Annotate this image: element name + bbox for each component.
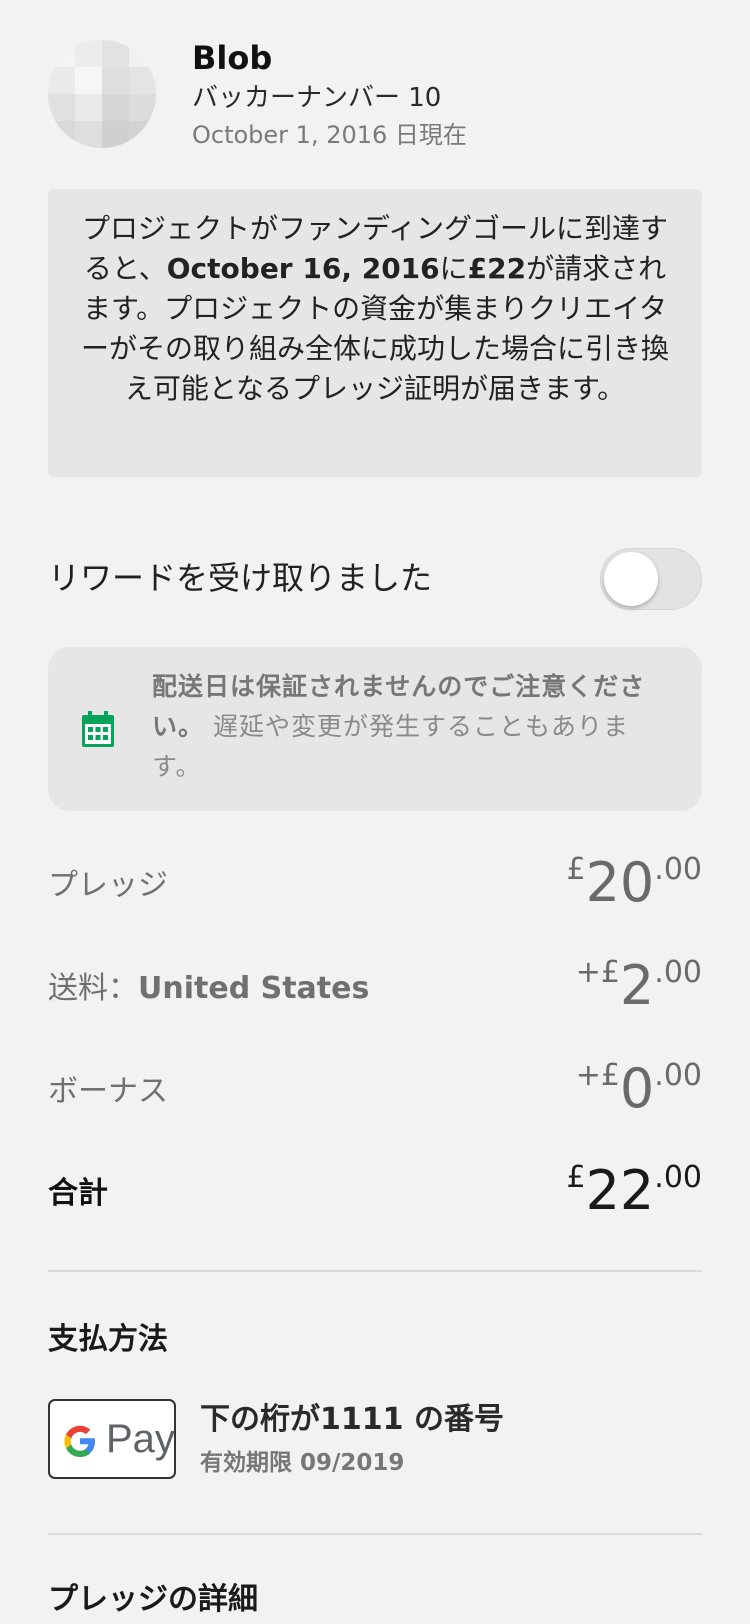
bonus-label: ボーナス [48, 1074, 168, 1109]
reward-received-toggle[interactable] [600, 548, 702, 610]
total-currency: £ [566, 1160, 586, 1195]
shipping-amount: +£2.00 [576, 955, 702, 1013]
divider [48, 1270, 702, 1272]
pledge-amount-row: プレッジ £20.00 [48, 850, 702, 910]
gpay-pay-text: Pay [106, 1417, 175, 1461]
pledge-summary-page: Blob バッカーナンバー 10 October 1, 2016 日現在 プロジ… [0, 0, 750, 1624]
backer-name: Blob [192, 39, 273, 77]
card-last-digits: 下の桁が1111 の番号 [200, 1402, 504, 1437]
shipping-currency: +£ [575, 955, 620, 990]
delivery-detail: 遅延や変更が発生することもあります。 [152, 712, 629, 781]
google-g-icon [64, 1425, 95, 1457]
shipping-label: 送料：United States [48, 971, 369, 1007]
total-label: 合計 [48, 1176, 108, 1211]
toggle-knob [604, 552, 658, 606]
divider [48, 1533, 702, 1535]
shipping-amount-row: 送料：United States +£2.00 [48, 953, 702, 1013]
bonus-amount: +£0.00 [576, 1058, 702, 1116]
card-expiry: 有効期限 09/2019 [200, 1450, 405, 1476]
total-cents: .00 [654, 1160, 702, 1195]
avatar [48, 40, 156, 148]
bonus-currency: +£ [575, 1058, 620, 1093]
reward-received-row: リワードを受け取りました [48, 548, 702, 610]
calendar-icon [82, 711, 114, 747]
notice-text-2: に [439, 252, 468, 285]
total-amount: £22.00 [566, 1160, 702, 1218]
header-text: Blob バッカーナンバー 10 October 1, 2016 日現在 [192, 40, 467, 150]
pledge-details-title: プレッジの詳細 [48, 1582, 258, 1617]
bonus-whole: 0 [619, 1057, 655, 1120]
pledge-cents: .00 [654, 852, 702, 887]
shipping-label-prefix: 送料： [48, 971, 138, 1006]
backer-header: Blob バッカーナンバー 10 October 1, 2016 日現在 [48, 40, 702, 150]
total-amount-row: 合計 £22.00 [48, 1158, 702, 1218]
bonus-amount-row: ボーナス +£0.00 [48, 1056, 702, 1116]
payment-method-title: 支払方法 [48, 1322, 168, 1357]
shipping-cents: .00 [654, 955, 702, 990]
delivery-text: 配送日は保証されませんのでご注意ください。 遅延や変更が発生することもあります。 [152, 667, 672, 787]
pledge-label: プレッジ [48, 868, 168, 903]
notice-date: October 16, 2016 [166, 252, 440, 285]
charge-notice: プロジェクトがファンディングゴールに到達すると、October 16, 2016… [48, 189, 702, 477]
as-of-date: October 1, 2016 日現在 [192, 121, 467, 149]
pledge-currency: £ [566, 852, 586, 887]
shipping-whole: 2 [619, 954, 655, 1017]
gpay-logo: Pay [48, 1399, 176, 1479]
total-whole: 22 [585, 1159, 655, 1222]
reward-received-label: リワードを受け取りました [48, 559, 433, 597]
shipping-country: United States [138, 971, 370, 1006]
pledge-whole: 20 [585, 851, 655, 914]
delivery-notice: 配送日は保証されませんのでご注意ください。 遅延や変更が発生することもあります。 [48, 647, 702, 811]
bonus-cents: .00 [654, 1058, 702, 1093]
notice-amount: £22 [467, 252, 527, 285]
pledge-amount: £20.00 [566, 852, 702, 910]
backer-number: バッカーナンバー 10 [192, 83, 442, 113]
